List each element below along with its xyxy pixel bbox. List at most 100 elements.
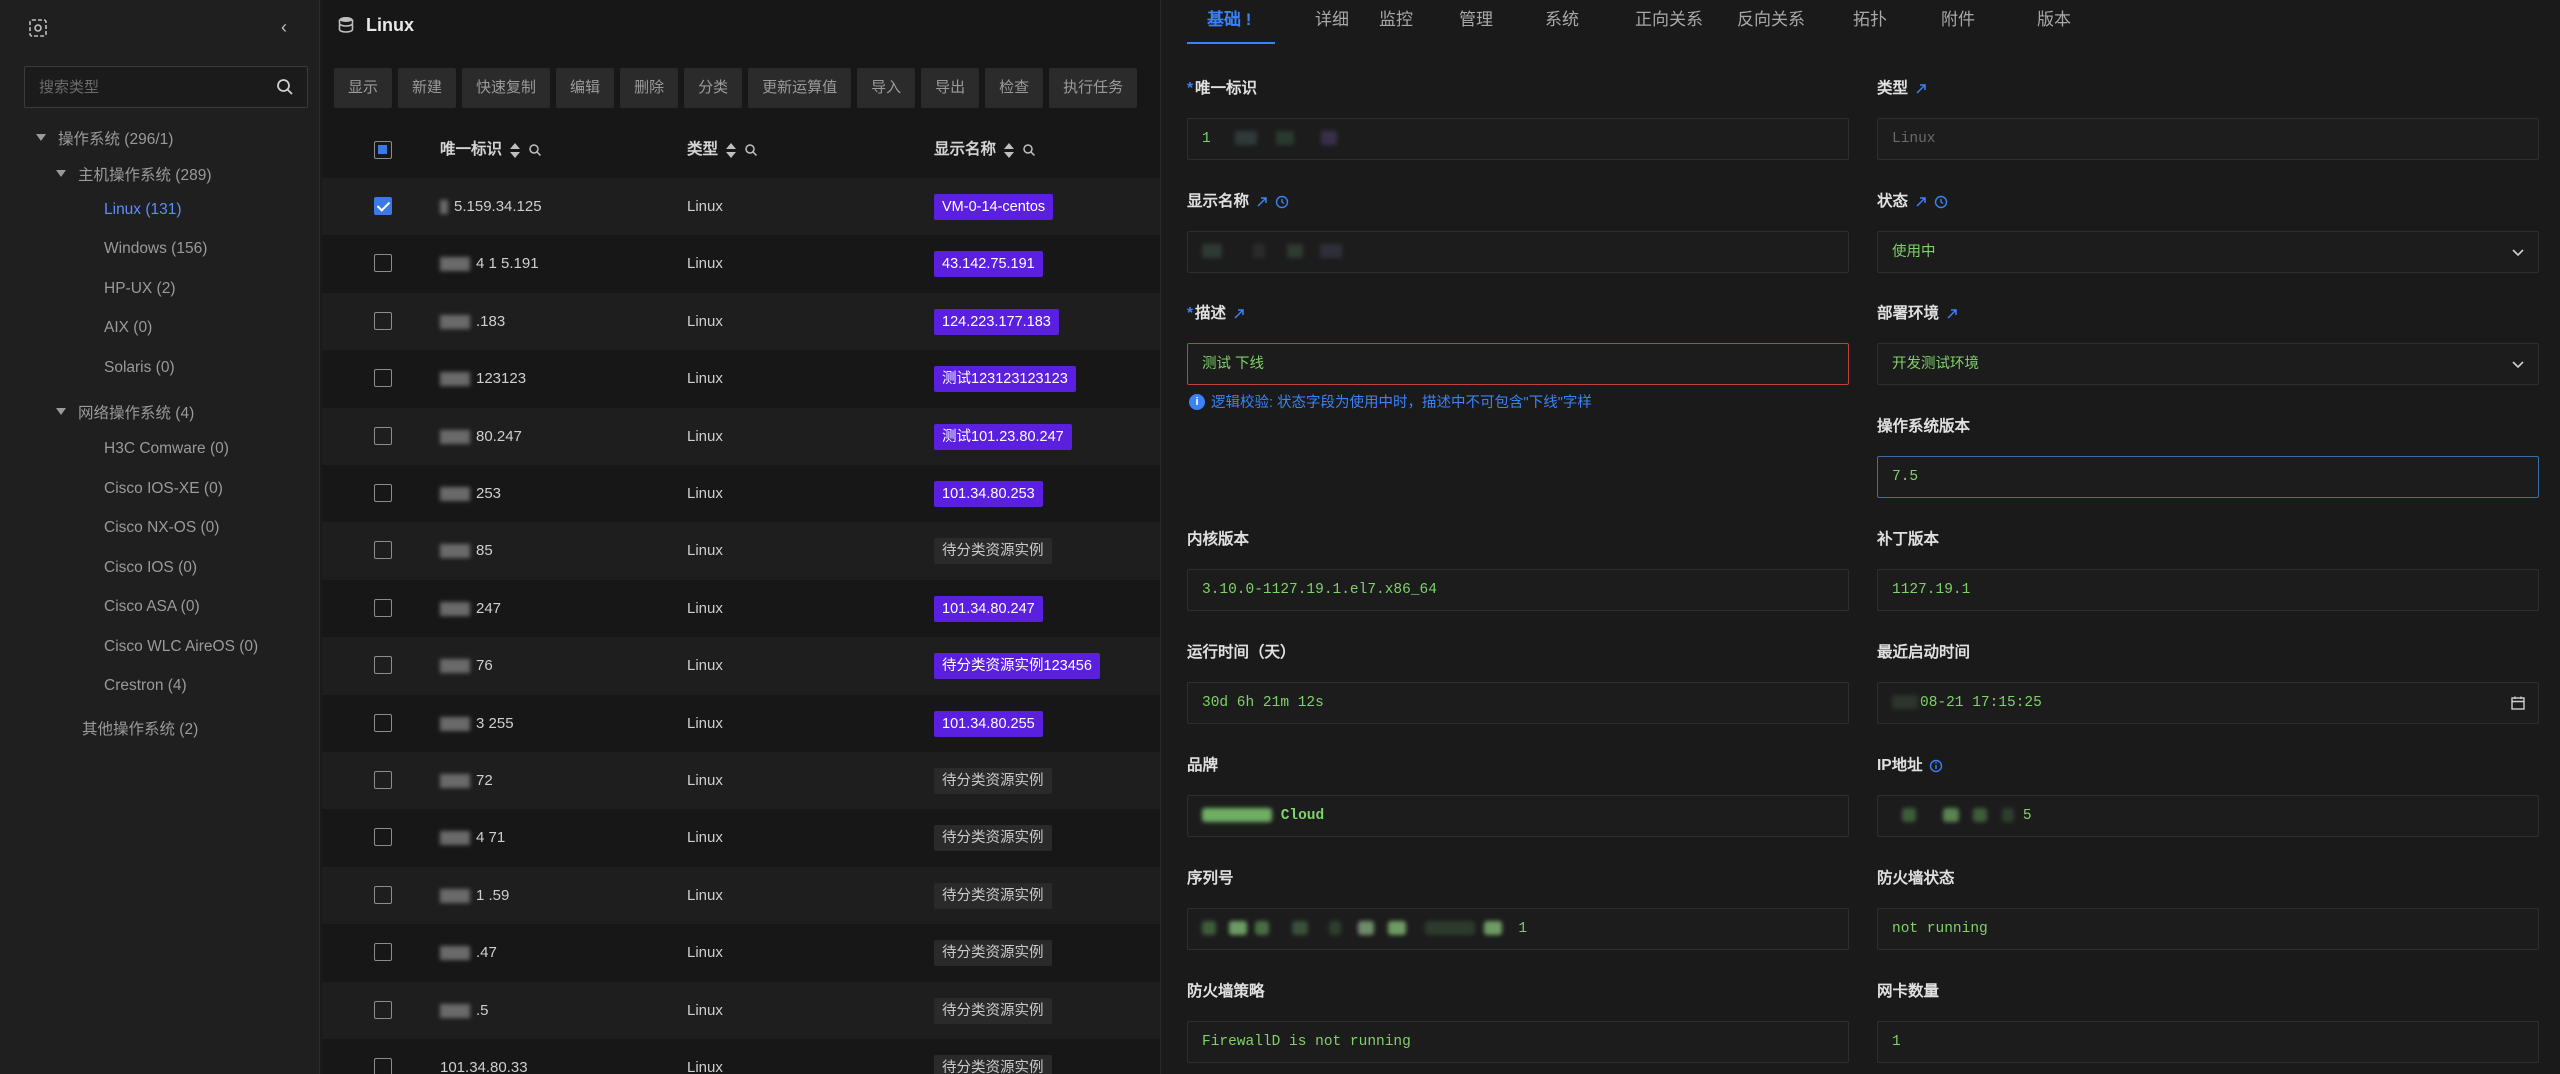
tree-node[interactable]: Cisco WLC AireOS (0): [104, 635, 258, 659]
cell-uid[interactable]: .5: [440, 982, 489, 1039]
tree-node[interactable]: Cisco ASA (0): [104, 595, 200, 619]
tree-node[interactable]: Linux (131): [104, 198, 182, 222]
search-icon[interactable]: [275, 77, 295, 97]
sort-icon[interactable]: [726, 142, 737, 158]
row-checkbox[interactable]: [374, 598, 392, 617]
table-row[interactable]: 80.247 Linux 测试101.23.80.247: [322, 407, 1160, 465]
column-header-type[interactable]: 类型: [687, 122, 758, 178]
toolbar-button[interactable]: 执行任务: [1049, 68, 1138, 108]
toolbar-button[interactable]: 删除: [620, 68, 679, 108]
table-row[interactable]: 101.34.80.33 Linux 待分类资源实例: [322, 1039, 1160, 1074]
cell-display-name-tag[interactable]: 待分类资源实例: [934, 997, 1052, 1024]
row-checkbox[interactable]: [374, 828, 392, 847]
cell-uid[interactable]: 85: [440, 522, 493, 579]
toolbar-button[interactable]: 导入: [857, 68, 916, 108]
expand-caret-icon[interactable]: [36, 134, 46, 142]
table-row[interactable]: 72 Linux 待分类资源实例: [322, 752, 1160, 810]
row-checkbox[interactable]: [374, 771, 392, 789]
patch-input[interactable]: 1127.19.1: [1877, 569, 2539, 611]
ip-input[interactable]: 5: [1877, 795, 2539, 837]
toolbar-button[interactable]: 导出: [921, 68, 980, 108]
cell-display-name-tag[interactable]: 43.142.75.191: [934, 251, 1043, 278]
filter-search-icon[interactable]: [744, 143, 758, 157]
tab-8[interactable]: 附件: [1921, 0, 1975, 44]
uid-input[interactable]: 1: [1187, 118, 1849, 160]
table-row[interactable]: 3 255 Linux 101.34.80.255: [322, 695, 1160, 752]
cell-uid[interactable]: 247: [440, 580, 501, 637]
cell-display-name-tag[interactable]: 待分类资源实例: [934, 768, 1052, 794]
toolbar-button[interactable]: 快速复制: [462, 68, 551, 108]
tab-0[interactable]: 基础 !: [1187, 0, 1251, 44]
app-logo-icon[interactable]: [28, 18, 48, 38]
cell-display-name-tag[interactable]: 测试123123123123: [934, 366, 1076, 393]
serial-input[interactable]: 1: [1187, 908, 1849, 950]
firewall-status-input[interactable]: not running: [1877, 908, 2539, 950]
tab-1[interactable]: 详细: [1295, 0, 1349, 44]
tab-9[interactable]: 版本: [2017, 0, 2071, 44]
cell-display-name-tag[interactable]: 测试101.23.80.247: [934, 423, 1072, 450]
cell-uid[interactable]: 4 1 5.191: [440, 235, 539, 292]
cell-uid[interactable]: 72: [440, 752, 493, 809]
tab-2[interactable]: 监控: [1359, 0, 1413, 44]
row-checkbox[interactable]: [374, 311, 392, 330]
row-checkbox[interactable]: [374, 885, 392, 904]
row-checkbox[interactable]: [374, 426, 392, 445]
brand-input[interactable]: Cloud: [1187, 795, 1849, 837]
cell-uid[interactable]: 80.247: [440, 408, 522, 465]
tab-7[interactable]: 拓扑: [1833, 0, 1887, 44]
table-row[interactable]: 85 Linux 待分类资源实例: [322, 522, 1160, 580]
cell-uid[interactable]: 5.159.34.125: [440, 178, 542, 235]
tree-node[interactable]: Windows (156): [104, 237, 207, 261]
toolbar-button[interactable]: 检查: [985, 68, 1044, 108]
column-header-display-name[interactable]: 显示名称: [934, 122, 1036, 178]
table-row[interactable]: 4 1 5.191 Linux 43.142.75.191: [322, 235, 1160, 292]
tree-node[interactable]: Solaris (0): [104, 356, 175, 380]
tree-node[interactable]: HP-UX (2): [104, 277, 175, 301]
cell-uid[interactable]: 101.34.80.33: [440, 1039, 528, 1074]
select-all-checkbox[interactable]: [374, 141, 392, 159]
table-row[interactable]: 1 .59 Linux 待分类资源实例: [322, 866, 1160, 925]
cell-uid[interactable]: 4 71: [440, 809, 505, 866]
cell-display-name-tag[interactable]: 待分类资源实例: [934, 940, 1052, 967]
cell-display-name-tag[interactable]: 待分类资源实例: [934, 825, 1052, 852]
toolbar-button[interactable]: 编辑: [556, 68, 615, 108]
column-header-uid[interactable]: 唯一标识: [440, 122, 542, 178]
filter-search-icon[interactable]: [528, 143, 542, 157]
uptime-input[interactable]: 30d 6h 21m 12s: [1187, 682, 1849, 724]
firewall-policy-input[interactable]: FirewallD is not running: [1187, 1021, 1849, 1063]
table-row[interactable]: 253 Linux 101.34.80.253: [322, 465, 1160, 522]
tree-node[interactable]: Cisco NX-OS (0): [104, 516, 219, 540]
cell-display-name-tag[interactable]: 待分类资源实例: [934, 1055, 1052, 1074]
toolbar-button[interactable]: 显示: [334, 68, 393, 108]
row-checkbox[interactable]: [374, 656, 392, 675]
table-row[interactable]: 76 Linux 待分类资源实例123456: [322, 637, 1160, 695]
filter-search-icon[interactable]: [1022, 143, 1036, 157]
row-checkbox[interactable]: [374, 197, 392, 215]
status-select[interactable]: 使用中: [1877, 231, 2539, 273]
cell-uid[interactable]: 1 .59: [440, 867, 509, 924]
history-icon[interactable]: [1934, 195, 1948, 209]
row-checkbox[interactable]: [374, 943, 392, 962]
sort-icon[interactable]: [1004, 142, 1015, 158]
cell-display-name-tag[interactable]: 101.34.80.247: [934, 595, 1043, 622]
boot-time-input[interactable]: 08-21 17:15:25: [1877, 682, 2539, 724]
cell-uid[interactable]: 253: [440, 465, 501, 522]
table-row[interactable]: .5 Linux 待分类资源实例: [322, 981, 1160, 1039]
display-name-input[interactable]: [1187, 231, 1849, 273]
expand-caret-icon[interactable]: [56, 170, 66, 178]
row-checkbox[interactable]: [374, 541, 392, 560]
row-checkbox[interactable]: [374, 1000, 392, 1019]
cell-display-name-tag[interactable]: 待分类资源实例: [934, 538, 1052, 565]
tree-node[interactable]: 操作系统 (296/1): [36, 128, 173, 152]
tab-6[interactable]: 反向关系: [1717, 0, 1805, 44]
tab-5[interactable]: 正向关系: [1615, 0, 1703, 44]
tree-node[interactable]: Crestron (4): [104, 674, 187, 698]
cell-display-name-tag[interactable]: VM-0-14-centos: [934, 194, 1054, 220]
tree-node[interactable]: H3C Comware (0): [104, 437, 229, 461]
expand-caret-icon[interactable]: [56, 408, 66, 416]
toolbar-button[interactable]: 新建: [398, 68, 457, 108]
history-icon[interactable]: [1275, 195, 1289, 209]
row-checkbox[interactable]: [374, 1058, 392, 1074]
table-row[interactable]: .47 Linux 待分类资源实例: [322, 924, 1160, 981]
cell-display-name-tag[interactable]: 101.34.80.255: [934, 710, 1043, 737]
